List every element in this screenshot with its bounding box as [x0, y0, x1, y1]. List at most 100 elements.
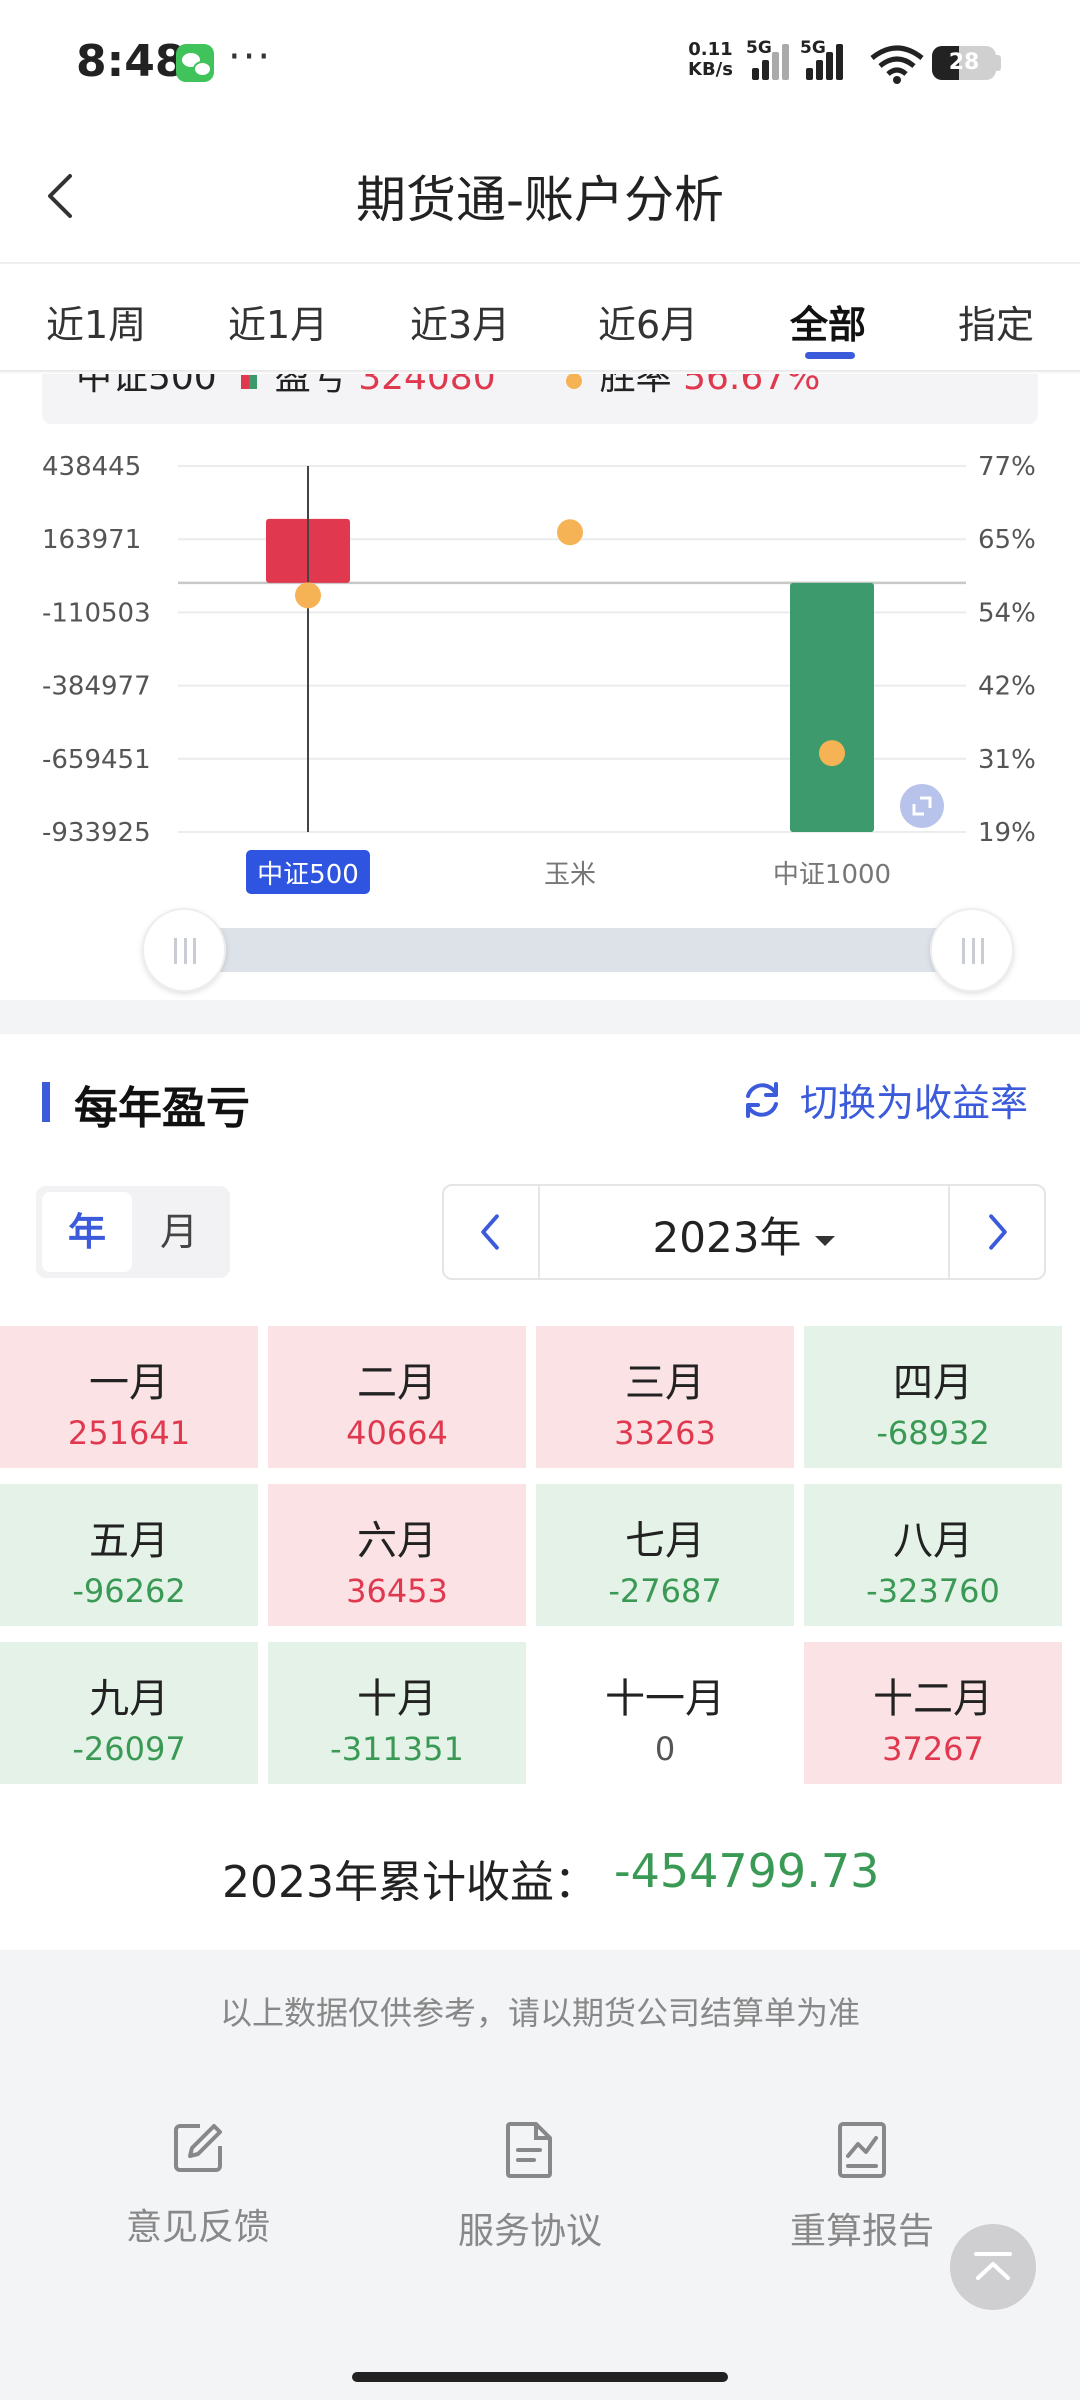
month-cell[interactable]: 十二月 37267: [804, 1642, 1062, 1784]
yearly-total-value: -454799.73: [614, 1844, 880, 1898]
toggle-month[interactable]: 月: [134, 1192, 224, 1272]
year-select[interactable]: 2023年: [540, 1204, 948, 1265]
y-right-tick-label: 77%: [978, 452, 1036, 482]
recalc-report-button[interactable]: 重算报告: [742, 2120, 982, 2254]
month-cell[interactable]: 三月 33263: [536, 1326, 794, 1468]
range-slider-track[interactable]: [184, 928, 974, 972]
month-cell[interactable]: 六月 36453: [268, 1484, 526, 1626]
month-value: -323760: [866, 1572, 1000, 1610]
month-name: 十二月: [873, 1676, 993, 1722]
winrate-point[interactable]: [295, 582, 321, 609]
month-cell[interactable]: 十月 -311351: [268, 1642, 526, 1784]
month-cell[interactable]: 五月 -96262: [0, 1484, 258, 1626]
wifi-icon: [870, 45, 924, 84]
month-cell[interactable]: 四月 -68932: [804, 1326, 1062, 1468]
service-agreement-button[interactable]: 服务协议: [410, 2120, 650, 2254]
x-category-label[interactable]: 中证500: [257, 860, 359, 890]
month-cell[interactable]: 二月 40664: [268, 1326, 526, 1468]
y-right-tick-label: 65%: [978, 525, 1036, 555]
x-category-label[interactable]: 玉米: [544, 860, 596, 890]
status-time: 8:48: [76, 36, 186, 87]
tab-3months[interactable]: 近3月: [410, 294, 510, 349]
tab-1week[interactable]: 近1周: [46, 294, 146, 349]
yearly-pnl-title: 每年盈亏: [74, 1083, 250, 1134]
section-accent-bar: [42, 1082, 50, 1122]
month-cell[interactable]: 十一月 0: [536, 1642, 794, 1784]
month-name: 四月: [893, 1360, 973, 1406]
legend-pnl-label: 盈亏: [274, 374, 347, 398]
tab-1month[interactable]: 近1月: [228, 294, 328, 349]
y-left-tick-label: 163971: [42, 525, 141, 555]
month-value: -68932: [876, 1414, 990, 1452]
month-value: 40664: [346, 1414, 448, 1452]
legend-winrate-value: 56.67%: [683, 374, 821, 398]
feedback-button[interactable]: 意见反馈: [78, 2120, 318, 2250]
yearly-total-label: 2023年累计收益：: [222, 1857, 598, 1908]
y-left-tick-label: -659451: [42, 745, 151, 775]
y-right-tick-label: 42%: [978, 672, 1036, 702]
winrate-point[interactable]: [819, 740, 845, 767]
winrate-point[interactable]: [557, 519, 583, 546]
y-left-tick-label: -110503: [42, 598, 151, 628]
y-left-tick-label: -384977: [42, 672, 151, 702]
y-left-tick-label: 438445: [42, 452, 141, 482]
toggle-year[interactable]: 年: [42, 1192, 132, 1272]
recalc-report-label: 重算报告: [789, 2211, 934, 2252]
prev-year-chevron-icon[interactable]: [444, 1186, 540, 1278]
refresh-icon[interactable]: [740, 1078, 784, 1122]
chart-legend: 中证500 盈亏 324080 胜率 56.67%: [42, 374, 1038, 424]
month-name: 九月: [89, 1676, 169, 1722]
month-cell[interactable]: 七月 -27687: [536, 1484, 794, 1626]
range-slider-left-handle[interactable]: [142, 908, 226, 992]
more-notifications-icon: ···: [228, 34, 273, 80]
x-category-label[interactable]: 中证1000: [773, 860, 891, 890]
legend-pnl-value: 324080: [358, 374, 496, 398]
month-name: 十一月: [605, 1676, 725, 1722]
y-left-tick-label: -933925: [42, 818, 151, 848]
month-value: -311351: [330, 1730, 464, 1768]
month-value: -26097: [72, 1730, 186, 1768]
y-right-tick-label: 31%: [978, 745, 1036, 775]
battery-level: 28: [948, 50, 980, 75]
pnl-bar[interactable]: [790, 582, 874, 832]
pnl-winrate-chart[interactable]: 438445 77% 163971 65% -110503 54% -384977 42% -6…: [0, 440, 1080, 920]
month-cell[interactable]: 九月 -26097: [0, 1642, 258, 1784]
period-tabs: 近1周 近1月 近3月 近6月 全部 指定: [0, 264, 1080, 372]
month-name: 八月: [893, 1518, 973, 1564]
legend-pnl-swatch: [240, 375, 257, 389]
month-cell[interactable]: 一月 251641: [0, 1326, 258, 1468]
page-title: 期货通-账户分析: [355, 171, 725, 229]
month-value: -27687: [608, 1572, 722, 1610]
year-picker: 2023年: [442, 1184, 1046, 1280]
tab-6months[interactable]: 近6月: [598, 294, 698, 349]
year-month-toggle: 年 月: [36, 1186, 230, 1278]
month-name: 十月: [357, 1676, 437, 1722]
next-year-chevron-icon[interactable]: [948, 1186, 1044, 1278]
month-value: 251641: [67, 1414, 191, 1452]
range-slider-right-handle[interactable]: [930, 908, 1014, 992]
service-agreement-label: 服务协议: [457, 2211, 602, 2252]
feedback-label: 意见反馈: [125, 2207, 270, 2248]
net-speed-unit: KB/s: [688, 59, 733, 80]
legend-winrate-label: 胜率: [599, 374, 672, 398]
legend-winrate-dot: [565, 374, 582, 389]
month-value: -96262: [72, 1572, 186, 1610]
month-cell[interactable]: 八月 -323760: [804, 1484, 1062, 1626]
signal-icon: 5G: [746, 38, 790, 80]
switch-to-return-rate-button[interactable]: 切换为收益率: [800, 1072, 1028, 1127]
edit-icon: [174, 2124, 222, 2172]
y-right-tick-label: 19%: [978, 818, 1036, 848]
month-name: 一月: [89, 1360, 169, 1406]
tab-all[interactable]: 全部: [790, 294, 866, 349]
expand-icon[interactable]: [900, 784, 944, 828]
back-to-top-icon[interactable]: [950, 2224, 1036, 2310]
sim1-label: 5G: [746, 38, 772, 58]
wechat-icon: [176, 44, 214, 82]
year-label: 2023年: [652, 1213, 802, 1262]
disclaimer: 以上数据仅供参考，请以期货公司结算单为准: [219, 1994, 860, 2032]
caret-down-icon: [815, 1235, 836, 1246]
net-speed-value: 0.11: [688, 39, 733, 60]
tab-custom[interactable]: 指定: [958, 294, 1034, 349]
report-icon: [838, 2122, 886, 2178]
month-value: 37267: [882, 1730, 984, 1768]
